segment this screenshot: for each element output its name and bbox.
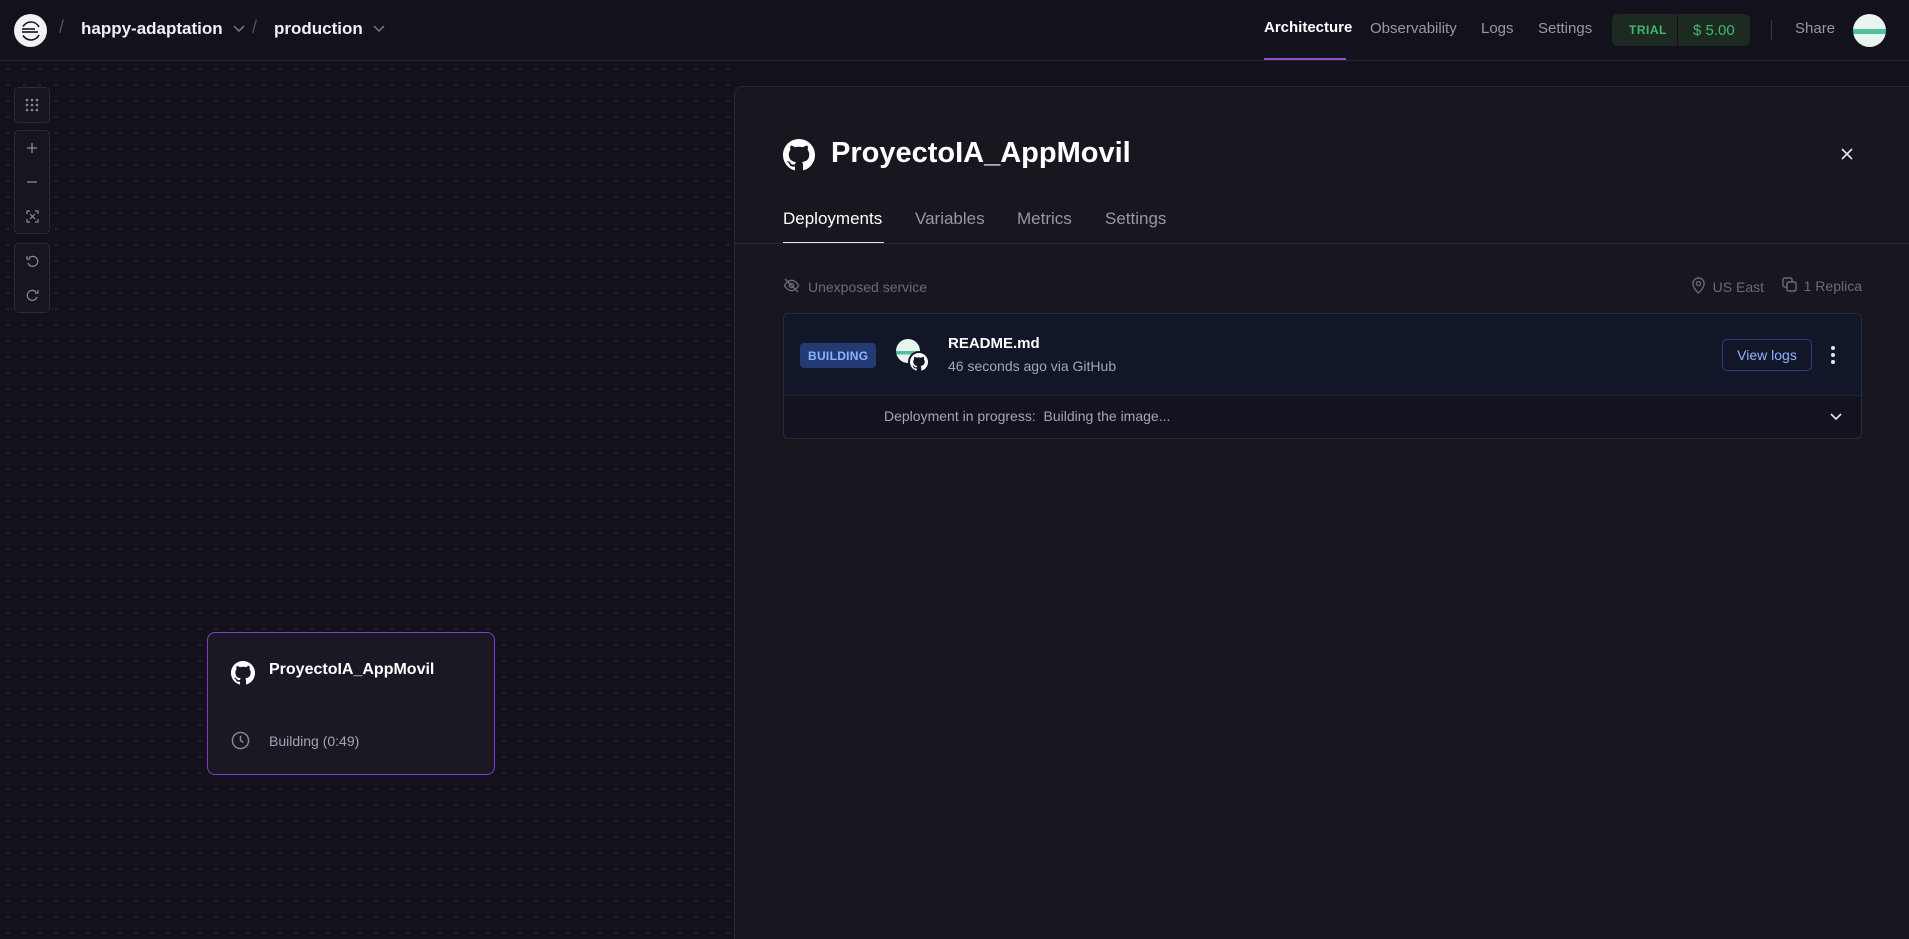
commit-meta: 46 seconds ago via GitHub	[948, 358, 1117, 374]
replica-label: 1 Replica	[1803, 278, 1862, 294]
undo-icon[interactable]	[15, 244, 49, 278]
nav-architecture[interactable]: Architecture	[1264, 19, 1352, 36]
architecture-canvas[interactable]: ProyectoIA_AppMovil Building (0:49)	[0, 61, 734, 939]
copy-icon	[1781, 277, 1797, 295]
nav-settings[interactable]: Settings	[1538, 20, 1592, 37]
exposure-status: Unexposed service	[783, 277, 927, 297]
user-avatar[interactable]	[1853, 14, 1886, 47]
nav-observability[interactable]: Observability	[1370, 20, 1457, 37]
zoom-out-icon[interactable]	[15, 165, 49, 199]
divider	[1771, 20, 1772, 40]
canvas-zoom-toolbar	[14, 130, 50, 234]
deployment-progress-text: Deployment in progress: Building the ima…	[884, 408, 1171, 424]
trial-amount: $ 5.00	[1693, 21, 1735, 39]
service-detail-panel: ProyectoIA_AppMovil Deployments Variable…	[734, 86, 1909, 939]
deployment-card[interactable]: BUILDING README.md 46 seconds ago via Gi…	[783, 313, 1862, 439]
service-name: ProyectoIA_AppMovil	[269, 661, 435, 678]
close-icon[interactable]	[1835, 142, 1859, 166]
status-badge: BUILDING	[800, 343, 877, 368]
top-navigation: / happy-adaptation / production Architec…	[0, 0, 1909, 61]
tab-metrics[interactable]: Metrics	[1017, 209, 1072, 229]
trial-credit-badge[interactable]: TRIAL $ 5.00	[1612, 14, 1750, 46]
fit-view-icon[interactable]	[15, 199, 49, 233]
deployment-summary: BUILDING README.md 46 seconds ago via Gi…	[784, 314, 1861, 396]
service-build-status: Building (0:49)	[269, 733, 360, 749]
replica-indicator: 1 Replica	[1781, 277, 1862, 295]
chevron-down-icon	[233, 22, 245, 36]
grid-icon[interactable]	[15, 88, 49, 122]
exposure-label: Unexposed service	[808, 279, 928, 295]
redo-icon[interactable]	[15, 278, 49, 312]
canvas-history-toolbar	[14, 243, 50, 313]
active-nav-indicator	[1264, 58, 1346, 60]
project-name: happy-adaptation	[81, 19, 223, 38]
tab-variables[interactable]: Variables	[915, 209, 985, 229]
project-selector[interactable]: happy-adaptation	[81, 19, 245, 39]
more-vertical-icon[interactable]	[1824, 342, 1842, 368]
breadcrumb-separator: /	[252, 17, 258, 37]
trial-label: TRIAL	[1629, 23, 1667, 37]
github-icon	[783, 139, 815, 176]
railway-logo-icon[interactable]	[14, 14, 47, 47]
eye-off-icon	[783, 277, 800, 297]
nav-logs[interactable]: Logs	[1481, 20, 1514, 37]
environment-selector[interactable]: production	[274, 19, 385, 39]
commit-title: README.md	[948, 335, 1040, 352]
chevron-down-icon	[373, 22, 385, 36]
panel-title: ProyectoIA_AppMovil	[831, 137, 1131, 169]
chevron-down-icon[interactable]	[1830, 408, 1842, 426]
divider	[735, 243, 1909, 244]
region-indicator: US East	[1691, 277, 1764, 297]
service-meta-row: Unexposed service US East 1 Replica	[783, 277, 1862, 297]
github-icon	[908, 351, 930, 373]
region-label: US East	[1712, 279, 1764, 295]
service-card[interactable]: ProyectoIA_AppMovil Building (0:49)	[207, 632, 495, 775]
clock-icon	[231, 731, 250, 755]
breadcrumb-separator: /	[59, 17, 65, 37]
tab-deployments[interactable]: Deployments	[783, 209, 882, 229]
share-button[interactable]: Share	[1795, 20, 1835, 37]
tab-settings[interactable]: Settings	[1105, 209, 1166, 229]
view-logs-button[interactable]: View logs	[1722, 339, 1812, 371]
zoom-in-icon[interactable]	[15, 131, 49, 165]
github-icon	[231, 661, 255, 690]
map-pin-icon	[1691, 277, 1706, 297]
canvas-grid-toolbar	[14, 87, 50, 123]
environment-name: production	[274, 19, 363, 38]
